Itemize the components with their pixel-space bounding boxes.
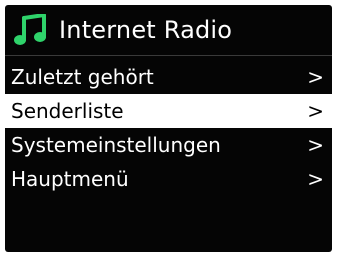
menu-item-zuletzt-gehoert[interactable]: Zuletzt gehört > [5,60,332,94]
chevron-right-icon: > [307,167,324,191]
chevron-right-icon: > [307,133,324,157]
chevron-right-icon: > [307,99,324,123]
screen-header: Internet Radio [5,5,332,55]
main-menu: Zuletzt gehört > Senderliste > Systemein… [5,60,332,196]
chevron-right-icon: > [307,65,324,89]
page-title: Internet Radio [59,16,233,44]
menu-item-label: Senderliste [11,99,124,123]
menu-item-hauptmenue[interactable]: Hauptmenü > [5,162,332,196]
header-divider [5,55,332,56]
radio-display: Internet Radio Zuletzt gehört > Senderli… [5,5,332,252]
menu-item-label: Zuletzt gehört [11,65,154,89]
menu-item-senderliste[interactable]: Senderliste > [5,94,332,128]
music-note-icon [14,14,46,45]
menu-item-label: Hauptmenü [11,167,129,191]
menu-item-systemeinstellungen[interactable]: Systemeinstellungen > [5,128,332,162]
menu-item-label: Systemeinstellungen [11,133,221,157]
